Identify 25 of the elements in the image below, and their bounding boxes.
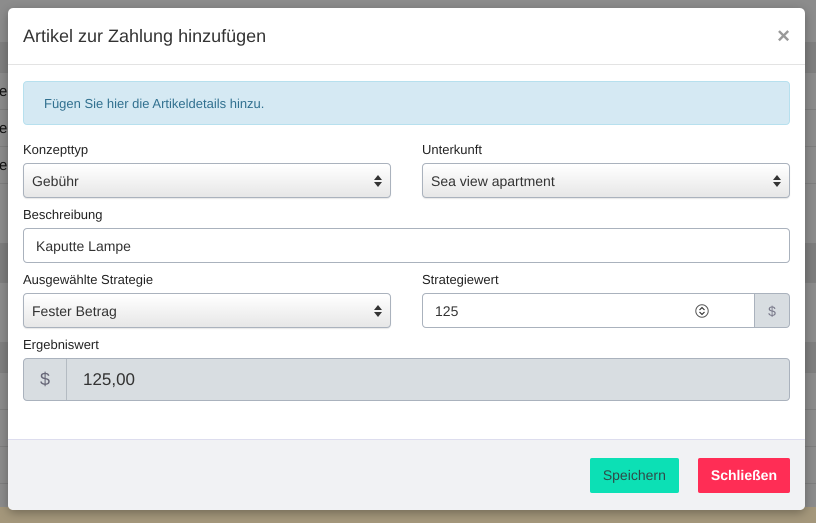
updown-caret-icon xyxy=(773,174,781,186)
background-cell-text: e xyxy=(0,156,8,174)
select-dropdown[interactable]: Fester Betrag xyxy=(23,293,391,328)
field-label: Ausgewählte Strategie xyxy=(23,272,154,288)
field-label: Unterkunft xyxy=(422,142,483,158)
updown-caret-icon xyxy=(374,174,382,186)
background-cell-text: e xyxy=(0,82,8,100)
field-label: Ergebniswert xyxy=(23,337,100,353)
text-input[interactable]: Kaputte Lampe xyxy=(23,228,790,263)
select-dropdown[interactable]: Gebühr xyxy=(23,163,391,198)
spinner-icon xyxy=(695,304,709,318)
close-button[interactable]: Schließen xyxy=(698,458,790,492)
result-value: 125,00 xyxy=(82,370,135,390)
field-label: Strategiewert xyxy=(422,272,500,288)
save-button[interactable]: Speichern xyxy=(590,458,679,492)
currency-prefix: $ xyxy=(24,359,67,400)
currency-addon: $ xyxy=(755,293,790,328)
number-input[interactable]: 125 xyxy=(422,293,755,328)
updown-caret-icon xyxy=(374,304,382,316)
field-label: Beschreibung xyxy=(23,207,104,223)
field-label: Konzepttyp xyxy=(23,142,90,158)
select-dropdown[interactable]: Sea view apartment xyxy=(422,163,790,198)
info-alert: Fügen Sie hier die Artikeldetails hinzu. xyxy=(23,81,790,125)
dialog-title: Artikel zur Zahlung hinzufügen xyxy=(23,26,266,46)
background-cell-text: e xyxy=(0,120,8,136)
